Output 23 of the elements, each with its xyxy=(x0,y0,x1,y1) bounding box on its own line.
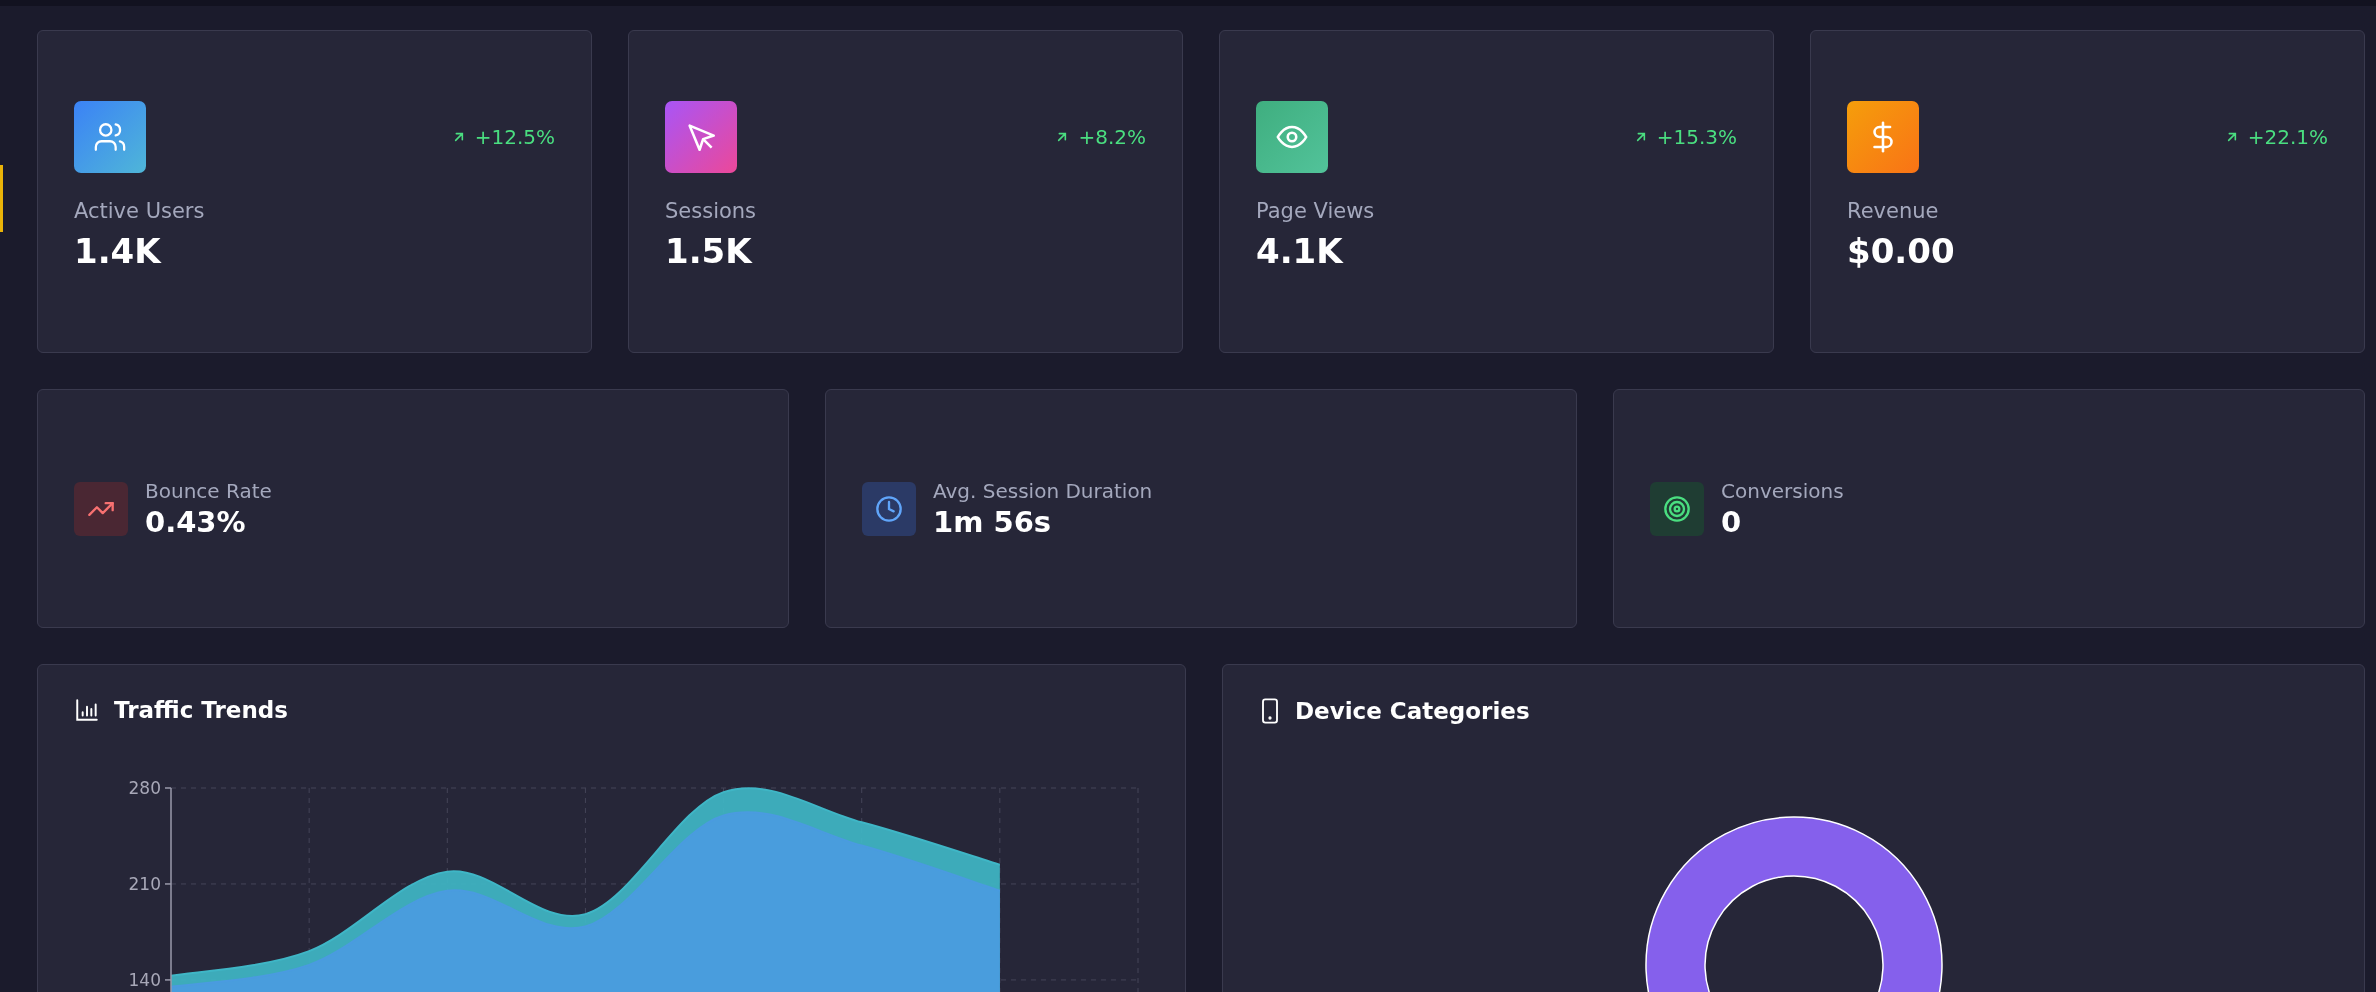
stat-label: Revenue xyxy=(1847,199,1940,223)
trend-text: +12.5% xyxy=(474,125,555,149)
metric-label: Avg. Session Duration xyxy=(933,478,1153,503)
metric-value: 0.43% xyxy=(145,504,247,539)
stat-value: 4.1K xyxy=(1256,231,1345,271)
stat-value: $0.00 xyxy=(1847,231,1956,271)
stat-value: 1.5K xyxy=(665,231,754,271)
panel-title: Device Categories xyxy=(1295,698,1530,724)
trend-text: +22.1% xyxy=(2247,125,2328,149)
stat-label: Active Users xyxy=(74,199,206,223)
metric-label: Conversions xyxy=(1721,478,1844,503)
stat-label: Page Views xyxy=(1256,199,1376,223)
y-tick-label: 210 xyxy=(128,873,161,894)
metric-label: Bounce Rate xyxy=(145,478,272,503)
y-tick-label: 140 xyxy=(128,969,161,990)
y-tick-label: 280 xyxy=(128,778,161,798)
trend-text: +15.3% xyxy=(1656,125,1737,149)
metric-value: 1m 56s xyxy=(933,504,1053,539)
trend-text: +8.2% xyxy=(1078,125,1146,149)
stat-label: Sessions xyxy=(665,199,758,223)
panel-title: Traffic Trends xyxy=(114,697,288,723)
metric-value: 0 xyxy=(1721,504,1743,539)
stat-value: 1.4K xyxy=(74,231,163,271)
